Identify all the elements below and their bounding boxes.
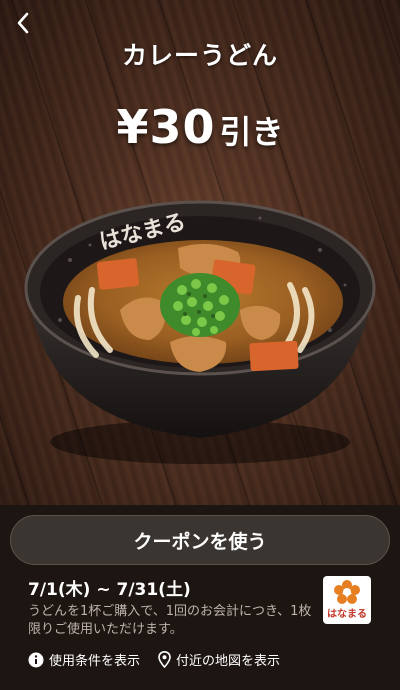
flower-logo-icon (334, 580, 360, 604)
discount-amount: ¥30 引き (0, 100, 400, 154)
info-icon (28, 652, 44, 667)
coupon-description: うどんを1杯ご購入で、1回のお会計につき、1枚限りご使用いただけます。 (28, 604, 312, 637)
hero-image: カレーうどん ¥30 引き はなまる (0, 0, 400, 505)
discount-value: ¥30 (116, 100, 216, 154)
brand-logo-text: はなまる (327, 609, 367, 620)
chevron-left-icon (17, 12, 29, 34)
map-link-label: 付近の地図を表示 (176, 654, 281, 669)
map-link[interactable]: 付近の地図を表示 (158, 650, 280, 669)
terms-link-label: 使用条件を表示 (49, 654, 141, 669)
udon-bowl-photo: はなまる (0, 190, 400, 480)
page-title: カレーうどん (121, 41, 278, 70)
coupon-links: 使用条件を表示 付近の地図を表示 (28, 650, 280, 669)
discount-suffix: 引き (219, 113, 284, 151)
terms-link[interactable]: 使用条件を表示 (28, 650, 140, 669)
brand-logo: はなまる (323, 576, 371, 624)
back-button[interactable] (10, 10, 36, 36)
location-pin-icon (158, 651, 171, 668)
validity-period: 7/1(木) ~ 7/31(土) (28, 580, 191, 600)
use-coupon-button[interactable]: クーポンを使う (10, 515, 390, 565)
